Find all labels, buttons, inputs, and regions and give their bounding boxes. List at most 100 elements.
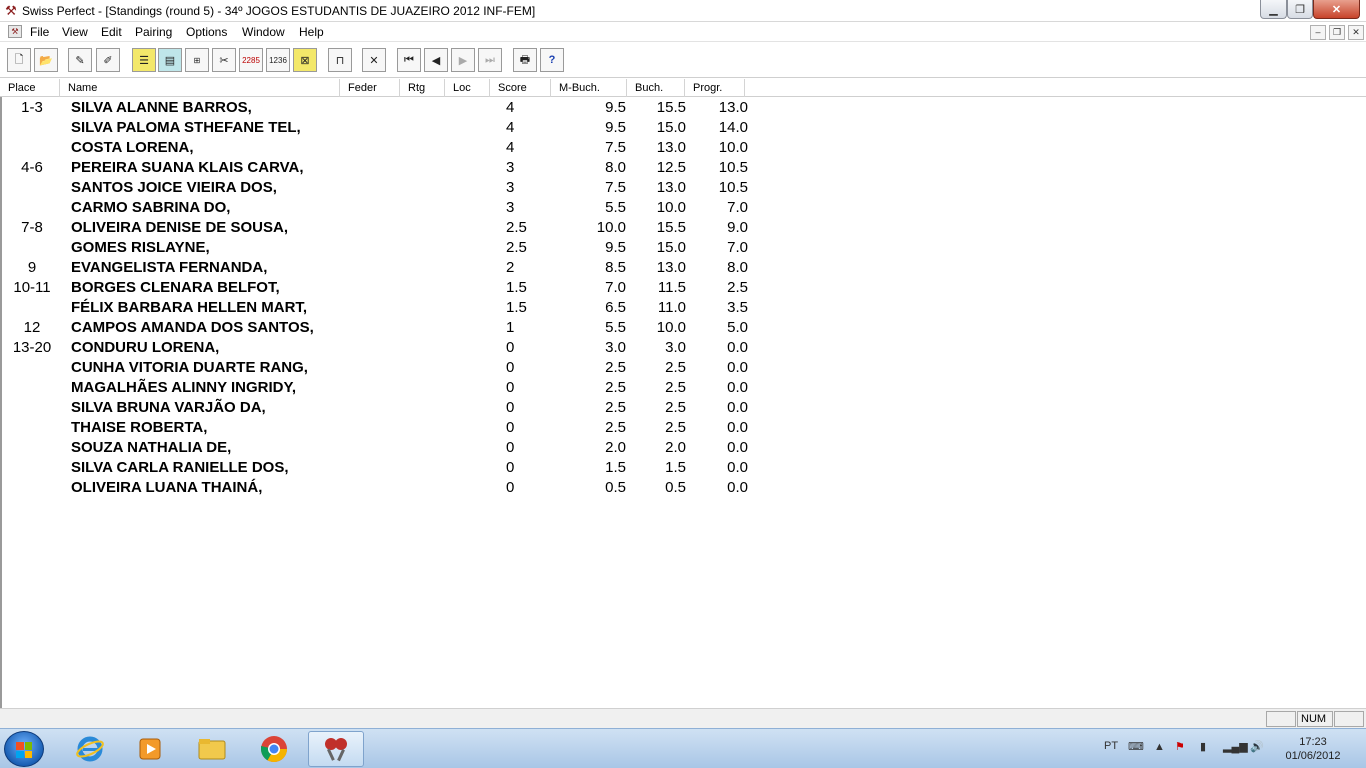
column-progr[interactable]: Progr. bbox=[685, 79, 745, 97]
table-row[interactable]: SOUZA NATHALIA DE, 0 2.0 2.0 0.0 bbox=[2, 438, 762, 458]
swiss-perfect-app-icon[interactable]: ⚒ bbox=[3, 3, 19, 19]
m-buch-cell: 7.5 bbox=[605, 139, 626, 156]
previous-round-icon[interactable]: ◀ bbox=[424, 48, 448, 72]
start-button[interactable] bbox=[4, 731, 44, 767]
crosstable-icon[interactable]: ⊞ bbox=[185, 48, 209, 72]
table-row[interactable]: SILVA CARLA RANIELLE DOS, 0 1.5 1.5 0.0 bbox=[2, 458, 762, 478]
close-button[interactable]: ✕ bbox=[1313, 0, 1360, 19]
m-buch-cell: 2.5 bbox=[605, 359, 626, 376]
ratings-icon[interactable]: 2285 bbox=[239, 48, 263, 72]
maximize-button[interactable]: ❐ bbox=[1287, 0, 1313, 19]
keyboard-icon[interactable]: ⌨ bbox=[1128, 740, 1144, 753]
table-row[interactable]: CUNHA VITORIA DUARTE RANG, 0 2.5 2.5 0.0 bbox=[2, 358, 762, 378]
table-row[interactable]: MAGALHÃES ALINNY INGRIDY, 0 2.5 2.5 0.0 bbox=[2, 378, 762, 398]
table-row[interactable]: 12 CAMPOS AMANDA DOS SANTOS, 1 5.5 10.0 5.0 bbox=[2, 318, 762, 338]
swiss-perfect-icon[interactable] bbox=[308, 731, 364, 767]
buch-cell: 2.5 bbox=[665, 379, 686, 396]
name-cell: SOUZA NATHALIA DE, bbox=[71, 439, 232, 456]
column-m-buch[interactable]: M-Buch. bbox=[551, 79, 627, 97]
column-feder[interactable]: Feder bbox=[340, 79, 400, 97]
column-loc[interactable]: Loc bbox=[445, 79, 490, 97]
language-indicator[interactable]: PT bbox=[1104, 740, 1118, 752]
standings-table[interactable]: 1-3 SILVA ALANNE BARROS, 4 9.5 15.5 13.0 SILVA… bbox=[0, 97, 1366, 708]
flag-icon[interactable]: ⚑ bbox=[1175, 740, 1185, 753]
standings-icon[interactable]: ▤ bbox=[158, 48, 182, 72]
clock[interactable]: 17:23 01/06/2012 bbox=[1278, 735, 1348, 763]
file-explorer-icon[interactable] bbox=[184, 731, 240, 767]
table-row[interactable]: THAISE ROBERTA, 0 2.5 2.5 0.0 bbox=[2, 418, 762, 438]
document-icon[interactable]: ⚒ bbox=[8, 25, 22, 38]
table-row[interactable]: 10-11 BORGES CLENARA BELFOT, 1.5 7.0 11.5 2.5 bbox=[2, 278, 762, 298]
buch-cell: 3.0 bbox=[665, 339, 686, 356]
column-place[interactable]: Place bbox=[0, 79, 60, 97]
menu-pairing[interactable]: Pairing bbox=[135, 25, 172, 39]
name-cell: PEREIRA SUANA KLAIS CARVA, bbox=[71, 159, 304, 176]
volume-icon[interactable]: 🔊 bbox=[1250, 740, 1264, 753]
name-cell: THAISE ROBERTA, bbox=[71, 419, 208, 436]
table-row[interactable]: OLIVEIRA LUANA THAINÁ, 0 0.5 0.5 0.0 bbox=[2, 478, 762, 498]
delete-player-icon[interactable]: ✐ bbox=[96, 48, 120, 72]
menu-help[interactable]: Help bbox=[299, 25, 324, 39]
new-icon[interactable]: 🗋 bbox=[7, 48, 31, 72]
menu-view[interactable]: View bbox=[62, 25, 88, 39]
internet-explorer-icon[interactable] bbox=[62, 731, 118, 767]
menu-window[interactable]: Window bbox=[242, 25, 285, 39]
column-score[interactable]: Score bbox=[490, 79, 551, 97]
player-list-icon[interactable]: ☰ bbox=[132, 48, 156, 72]
table-row[interactable]: CARMO SABRINA DO, 3 5.5 10.0 7.0 bbox=[2, 198, 762, 218]
table-row[interactable]: GOMES RISLAYNE, 2.5 9.5 15.0 7.0 bbox=[2, 238, 762, 258]
last-round-icon[interactable]: ⏭ bbox=[478, 48, 502, 72]
name-cell: SANTOS JOICE VIEIRA DOS, bbox=[71, 179, 277, 196]
report-icon[interactable]: ⊠ bbox=[293, 48, 317, 72]
media-player-icon[interactable] bbox=[122, 731, 178, 767]
menu-bar: ⚒ File View Edit Pairing Options Window … bbox=[0, 22, 1366, 42]
menu-options[interactable]: Options bbox=[186, 25, 227, 39]
place-cell: 1-3 bbox=[21, 99, 43, 116]
m-buch-cell: 10.0 bbox=[596, 219, 626, 236]
minimize-button[interactable]: ▁ bbox=[1260, 0, 1287, 19]
table-row[interactable]: SANTOS JOICE VIEIRA DOS, 3 7.5 13.0 10.5 bbox=[2, 178, 762, 198]
numbers-icon[interactable]: 1236 bbox=[266, 48, 290, 72]
column-name[interactable]: Name bbox=[60, 79, 340, 97]
chrome-icon[interactable] bbox=[246, 731, 302, 767]
m-buch-cell: 7.0 bbox=[605, 279, 626, 296]
help-icon[interactable]: ? bbox=[540, 48, 564, 72]
column-buch[interactable]: Buch. bbox=[627, 79, 685, 97]
table-row[interactable]: FÉLIX BARBARA HELLEN MART, 1.5 6.5 11.0 3.5 bbox=[2, 298, 762, 318]
m-buch-cell: 2.5 bbox=[605, 399, 626, 416]
mdi-restore-button[interactable]: ❐ bbox=[1329, 25, 1345, 40]
table-row[interactable]: COSTA LORENA, 4 7.5 13.0 10.0 bbox=[2, 138, 762, 158]
print-icon[interactable]: 🖶 bbox=[513, 48, 537, 72]
show-hidden-icons-icon[interactable]: ▲ bbox=[1154, 741, 1165, 753]
first-round-icon[interactable]: ⏮ bbox=[397, 48, 421, 72]
buch-cell: 2.5 bbox=[665, 419, 686, 436]
next-round-icon[interactable]: ▶ bbox=[451, 48, 475, 72]
table-row[interactable]: 7-8 OLIVEIRA DENISE DE SOUSA, 2.5 10.0 15.5 9… bbox=[2, 218, 762, 238]
progr-cell: 8.0 bbox=[727, 259, 748, 276]
name-cell: FÉLIX BARBARA HELLEN MART, bbox=[71, 299, 308, 316]
mdi-minimize-button[interactable]: – bbox=[1310, 25, 1326, 40]
table-row[interactable]: 1-3 SILVA ALANNE BARROS, 4 9.5 15.5 13.0 bbox=[2, 98, 762, 118]
progr-cell: 10.0 bbox=[718, 139, 748, 156]
column-rtg[interactable]: Rtg bbox=[400, 79, 445, 97]
table-row[interactable]: 4-6 PEREIRA SUANA KLAIS CARVA, 3 8.0 12.5 10.… bbox=[2, 158, 762, 178]
mdi-close-button[interactable]: ✕ bbox=[1348, 25, 1364, 40]
table-icon[interactable]: ⊓ bbox=[328, 48, 352, 72]
cancel-icon[interactable]: ✕ bbox=[362, 48, 386, 72]
table-row[interactable]: SILVA BRUNA VARJÃO DA, 0 2.5 2.5 0.0 bbox=[2, 398, 762, 418]
table-row[interactable]: 13-20 CONDURU LORENA, 0 3.0 3.0 0.0 bbox=[2, 338, 762, 358]
place-cell: 13-20 bbox=[12, 339, 52, 356]
network-icon[interactable]: ▂▄▆ bbox=[1223, 740, 1248, 753]
score-cell: 1.5 bbox=[506, 299, 527, 316]
score-cell: 0 bbox=[506, 459, 515, 476]
menu-file[interactable]: File bbox=[30, 25, 49, 39]
menu-edit[interactable]: Edit bbox=[101, 25, 122, 39]
power-icon[interactable]: ▮ bbox=[1200, 740, 1206, 753]
buch-cell: 2.5 bbox=[665, 359, 686, 376]
results-icon[interactable]: ✂ bbox=[212, 48, 236, 72]
open-icon[interactable]: 📂 bbox=[34, 48, 58, 72]
table-row[interactable]: SILVA PALOMA STHEFANE TEL, 4 9.5 15.0 14.0 bbox=[2, 118, 762, 138]
edit-player-icon[interactable]: ✎ bbox=[68, 48, 92, 72]
table-row[interactable]: 9 EVANGELISTA FERNANDA, 2 8.5 13.0 8.0 bbox=[2, 258, 762, 278]
buch-cell: 2.5 bbox=[665, 399, 686, 416]
